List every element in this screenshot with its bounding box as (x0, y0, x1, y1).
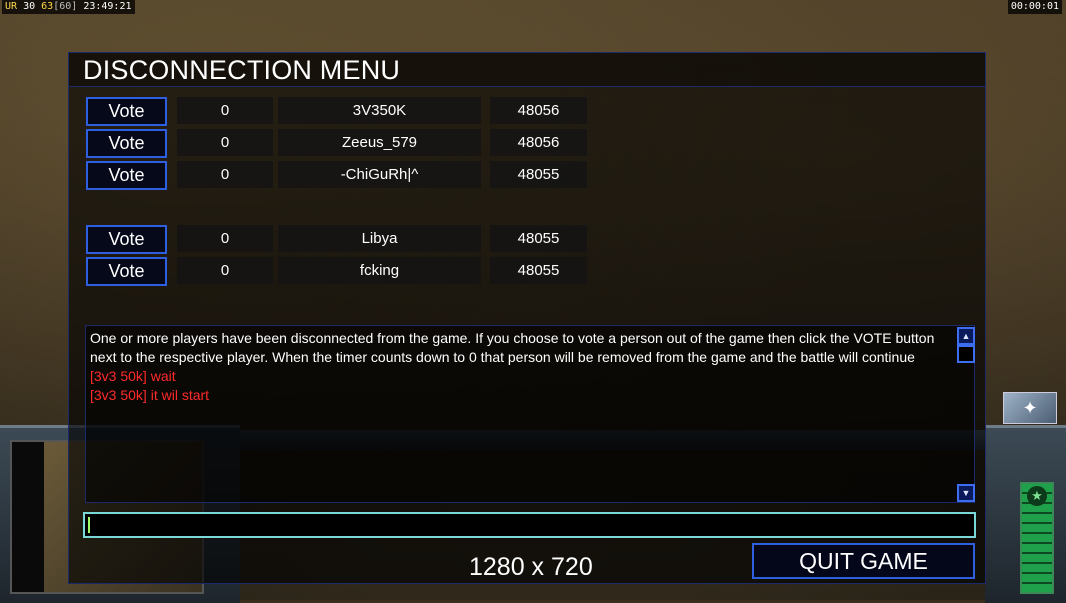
vote-button[interactable]: Vote (86, 129, 167, 158)
clock: 23:49:21 (83, 1, 132, 12)
player-timer: 48056 (490, 97, 587, 124)
player-name: 3V350K (278, 97, 481, 124)
fps-status: UR 30 63[60] 23:49:21 (2, 0, 135, 14)
scroll-up-icon[interactable]: ▲ (957, 327, 975, 345)
vote-button[interactable]: Vote (86, 225, 167, 254)
resolution-label: 1280 x 720 (469, 553, 593, 581)
vote-count: 0 (177, 129, 273, 156)
quit-game-button[interactable]: QUIT GAME (752, 543, 975, 579)
player-timer: 48056 (490, 129, 587, 156)
dialog-title-bar: DISCONNECTION MENU (69, 53, 985, 87)
power-star-icon: ★ (1027, 486, 1047, 506)
vote-button[interactable]: Vote (86, 257, 167, 286)
satellite-icon[interactable]: ✦ (1003, 392, 1057, 424)
disconnect-message: One or more players have been disconnect… (90, 330, 935, 365)
text-caret (88, 517, 90, 533)
status-value-2: 63 (41, 1, 54, 12)
chat-line: [3v3 50k] it wil start (90, 387, 210, 403)
player-timer: 48055 (490, 225, 587, 252)
scroll-down-icon[interactable]: ▼ (957, 484, 975, 502)
status-value-1: 30 (23, 1, 36, 12)
message-scrollbar[interactable]: ▲ ▼ (957, 325, 975, 503)
player-name: Libya (278, 225, 481, 252)
minimap-border (12, 442, 44, 592)
game-timer: 00:00:01 (1007, 0, 1062, 14)
status-value-3: [60] (53, 1, 78, 12)
vote-count: 0 (177, 257, 273, 284)
player-name: Zeeus_579 (278, 129, 481, 156)
chat-input[interactable] (83, 512, 976, 538)
player-name: -ChiGuRh|^ (278, 161, 481, 188)
message-log: One or more players have been disconnect… (85, 325, 975, 503)
disconnection-dialog: DISCONNECTION MENU Vote 0 3V350K 48056 V… (68, 52, 986, 584)
player-name: fcking (278, 257, 481, 284)
power-meter-icon: ★ (1020, 482, 1054, 594)
vote-button[interactable]: Vote (86, 161, 167, 190)
chat-line: [3v3 50k] wait (90, 368, 176, 384)
vote-count: 0 (177, 225, 273, 252)
vote-button[interactable]: Vote (86, 97, 167, 126)
vote-count: 0 (177, 97, 273, 124)
message-text: One or more players have been disconnect… (90, 329, 950, 405)
scroll-thumb[interactable] (957, 345, 975, 363)
ur-label: UR (5, 1, 18, 12)
vote-count: 0 (177, 161, 273, 188)
dialog-title: DISCONNECTION MENU (83, 55, 401, 85)
player-timer: 48055 (490, 257, 587, 284)
player-timer: 48055 (490, 161, 587, 188)
